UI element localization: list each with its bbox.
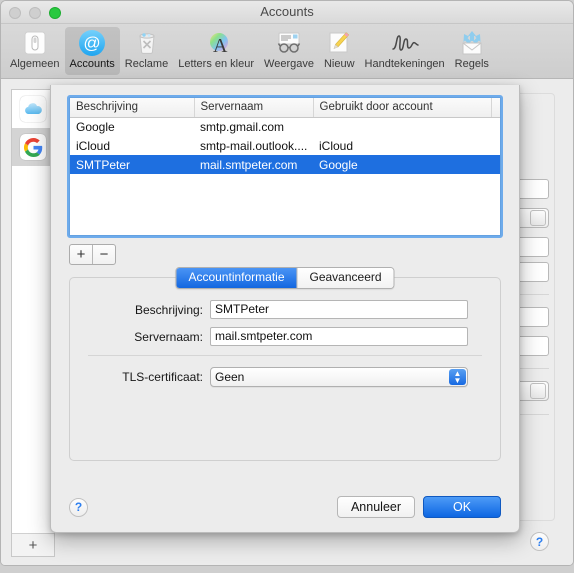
label-tls-certificaat: TLS-certificaat:: [122, 370, 203, 384]
toolbar-label-reclame: Reclame: [124, 58, 169, 70]
beschrijving-input[interactable]: SMTPeter: [210, 300, 468, 319]
field-row-beschrijving: Beschrijving: SMTPeter: [70, 300, 500, 319]
server-settings-tabgroup: Accountinformatie Geavanceerd Beschrijvi…: [69, 267, 501, 461]
cell-account: Google: [313, 155, 491, 174]
toolbar-item-letters-en-kleur[interactable]: A Letters en kleur: [173, 27, 259, 75]
smtp-server-list-sheet: Beschrijving Servernaam Gebruikt door ac…: [50, 85, 520, 533]
servernaam-input[interactable]: mail.smtpeter.com: [210, 327, 468, 346]
fonts-colors-a-icon: A: [201, 29, 231, 57]
sheet-footer: ? Annuleer OK: [69, 496, 501, 518]
tls-certificaat-value: Geen: [215, 370, 245, 384]
cell-beschrijving: iCloud: [76, 138, 111, 153]
cell-beschrijving: Google: [76, 119, 115, 134]
table-row-selected[interactable]: SMTPeter mail.smtpeter.com Google: [70, 155, 500, 174]
tls-certificaat-popup[interactable]: Geen ▲ ▼: [210, 367, 468, 387]
table-header-row: Beschrijving Servernaam Gebruikt door ac…: [70, 98, 500, 118]
junk-trash-icon: [132, 29, 162, 57]
add-account-button[interactable]: +: [12, 533, 54, 556]
rules-envelope-icon: [457, 29, 487, 57]
cell-servernaam: mail.smtpeter.com: [194, 155, 313, 174]
toolbar-item-algemeen[interactable]: Algemeen: [5, 27, 65, 75]
account-sidebar: +: [11, 89, 55, 557]
toolbar-label-letters-en-kleur: Letters en kleur: [178, 58, 255, 70]
screen: Accounts Algemeen @ Accounts Reclame A L…: [0, 0, 574, 573]
icloud-icon: [20, 96, 46, 122]
compose-pencil-icon: [324, 29, 354, 57]
cell-account: [313, 117, 491, 136]
background-help-button[interactable]: ?: [530, 532, 549, 551]
cancel-button[interactable]: Annuleer: [337, 496, 415, 518]
toolbar-item-reclame[interactable]: Reclame: [120, 27, 173, 75]
field-row-tls-certificaat: TLS-certificaat: Geen ▲ ▼: [70, 367, 500, 387]
table-row[interactable]: Google smtp.gmail.com: [70, 117, 500, 136]
toolbar-item-accounts[interactable]: @ Accounts: [64, 27, 120, 75]
column-header-beschrijving[interactable]: Beschrijving: [70, 98, 195, 118]
tab-geavanceerd[interactable]: Geavanceerd: [296, 268, 394, 288]
toolbar-label-regels: Regels: [454, 58, 489, 70]
toolbar-item-nieuw[interactable]: Nieuw: [319, 27, 360, 75]
accountinformatie-panel: Beschrijving: SMTPeter Servernaam: mail.…: [69, 277, 501, 461]
help-button[interactable]: ?: [69, 497, 88, 517]
signature-icon: [390, 29, 420, 57]
cell-servernaam: smtp.gmail.com: [200, 119, 285, 134]
general-switch-icon: [20, 29, 50, 57]
sidebar-item-icloud[interactable]: [12, 90, 54, 128]
tab-bar: Accountinformatie Geavanceerd: [175, 267, 395, 289]
add-server-button[interactable]: +: [70, 245, 93, 264]
label-beschrijving: Beschrijving:: [134, 302, 203, 317]
account-sidebar-list: [12, 90, 54, 533]
toolbar-label-accounts: Accounts: [69, 58, 115, 70]
cell-beschrijving: SMTPeter: [70, 155, 194, 174]
window-titlebar: Accounts: [1, 1, 573, 24]
toolbar-label-handtekeningen: Handtekeningen: [364, 58, 445, 70]
svg-text:@: @: [84, 34, 101, 53]
cell-servernaam: smtp-mail.outlook....: [200, 138, 308, 153]
sidebar-item-google[interactable]: [12, 128, 54, 166]
table-row[interactable]: iCloud smtp-mail.outlook.... iCloud: [70, 136, 500, 155]
toolbar-label-weergave: Weergave: [264, 58, 314, 70]
chevron-updown-icon: ▲ ▼: [449, 369, 466, 385]
column-header-account[interactable]: Gebruikt door account: [313, 98, 492, 118]
column-header-spacer: [491, 98, 500, 118]
field-row-servernaam: Servernaam: mail.smtpeter.com: [70, 327, 500, 346]
cell-account: iCloud: [319, 138, 354, 153]
label-servernaam: Servernaam:: [134, 329, 203, 344]
panel-divider: [88, 355, 482, 356]
toolbar-label-algemeen: Algemeen: [10, 58, 60, 70]
toolbar-item-weergave[interactable]: Weergave: [259, 27, 319, 75]
preferences-toolbar: Algemeen @ Accounts Reclame A Letters en…: [1, 24, 573, 79]
toolbar-item-regels[interactable]: Regels: [450, 27, 494, 75]
svg-text:A: A: [213, 35, 228, 56]
remove-server-button[interactable]: −: [93, 245, 115, 264]
ok-button[interactable]: OK: [423, 496, 501, 518]
google-g-icon: [20, 134, 46, 160]
at-sign-icon: @: [77, 29, 107, 57]
toolbar-label-nieuw: Nieuw: [323, 58, 355, 70]
toolbar-item-handtekeningen[interactable]: Handtekeningen: [360, 27, 450, 75]
add-remove-server-control: + −: [69, 244, 116, 265]
column-header-servernaam[interactable]: Servernaam: [194, 98, 314, 118]
viewing-glasses-icon: [274, 29, 304, 57]
tab-accountinformatie[interactable]: Accountinformatie: [176, 268, 297, 288]
window-title: Accounts: [260, 4, 314, 19]
smtp-server-table[interactable]: Beschrijving Servernaam Gebruikt door ac…: [67, 95, 503, 238]
